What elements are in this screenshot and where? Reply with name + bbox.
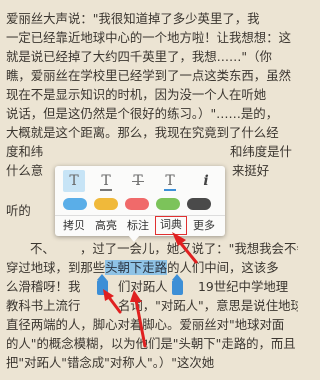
text-line-fragment: 来挺好 xyxy=(232,163,270,178)
text-line: 直径两端的人，脚心对着脚心。爱丽丝对"地球对面 xyxy=(6,317,285,332)
annotate-button[interactable]: 标注 xyxy=(123,216,153,235)
more-button[interactable]: 更多 xyxy=(189,216,219,235)
text-line: 度和纬 xyxy=(6,144,44,159)
text-line-fragment: 和纬度是什 xyxy=(230,144,292,159)
bold-text-icon[interactable]: T xyxy=(63,170,85,192)
text-line: 什么意 xyxy=(6,163,44,178)
text-line: 大概就是这个距离。那么，我现在究竟到了什么经 xyxy=(6,125,279,140)
copy-button[interactable]: 拷贝 xyxy=(59,216,89,235)
selected-text[interactable]: 头朝下走路 xyxy=(105,260,168,275)
strikethrough-text-icon[interactable]: T xyxy=(127,170,149,192)
popup-action-bar: 拷贝 高亮 标注 词典 更多 xyxy=(55,215,225,235)
text-line: 现在不是显示知识的时机，因为没一个人在听她 xyxy=(6,87,267,102)
text-line: 就是说已经掉了大约四千英里了，我想……"（你 xyxy=(6,49,272,64)
text-line-fragment: 19世纪中学地理 xyxy=(198,279,289,294)
text-line: 一定已经靠近地球中心的一个地方啦！让我想想：这 xyxy=(6,30,291,45)
swatch-red[interactable] xyxy=(125,198,149,210)
popup-pointer xyxy=(128,235,140,242)
swatch-black[interactable] xyxy=(187,198,211,210)
info-icon[interactable]: i xyxy=(195,170,217,192)
text-line-fragment: 教科书上流行 xyxy=(6,298,81,313)
text-line-fragment: ，过了一会儿，她又说了："我想我会不会 xyxy=(80,241,298,256)
text-line-fragment: 么滑稽呀！我 xyxy=(6,279,81,294)
text-span: 的人们中间，这该多 xyxy=(167,260,279,275)
text-line: 说话，但是这仍然是个很好的练习。）"……是的， xyxy=(6,106,279,121)
text-line: 不、 xyxy=(30,241,55,256)
swatch-orange[interactable] xyxy=(94,198,118,210)
text-line: 的人"的概念模糊，以为他们是"头朝下"走路的，而且 xyxy=(6,336,296,351)
text-line: 爱丽丝大声说："我很知道掉了多少英里了，我 xyxy=(6,11,260,26)
selection-end-handle[interactable] xyxy=(172,280,183,295)
swatch-green[interactable] xyxy=(156,198,180,210)
underline-color-text-icon[interactable]: T xyxy=(159,170,181,192)
color-swatches xyxy=(55,198,225,212)
swatch-blue[interactable] xyxy=(63,198,87,210)
text-line: 听的 xyxy=(6,203,31,218)
dictionary-button[interactable]: 词典 xyxy=(155,216,187,235)
text-line-fragment: 们对跖人 xyxy=(118,279,168,294)
text-line: 把"对跖人"错念成"对称人"。）"这次她 xyxy=(6,355,215,370)
text-style-toolbar: T T T T i xyxy=(55,170,225,194)
underline-text-icon[interactable]: T xyxy=(95,170,117,192)
highlight-button[interactable]: 高亮 xyxy=(91,216,121,235)
text-line: 瞧，爱丽丝在学校里已经学到了一点这类东西，虽然 xyxy=(6,68,291,83)
selection-start-handle[interactable] xyxy=(97,280,108,295)
text-line: 穿过地球，到那些头朝下走路的人们中间，这该多 xyxy=(6,258,298,277)
text-line-fragment: 名词，"对跖人"，意思是说住地球 xyxy=(118,298,298,313)
text-span: 穿过地球，到那些 xyxy=(6,260,106,275)
selection-popup: T T T T i 拷贝 高亮 标注 词典 更多 xyxy=(55,166,225,236)
